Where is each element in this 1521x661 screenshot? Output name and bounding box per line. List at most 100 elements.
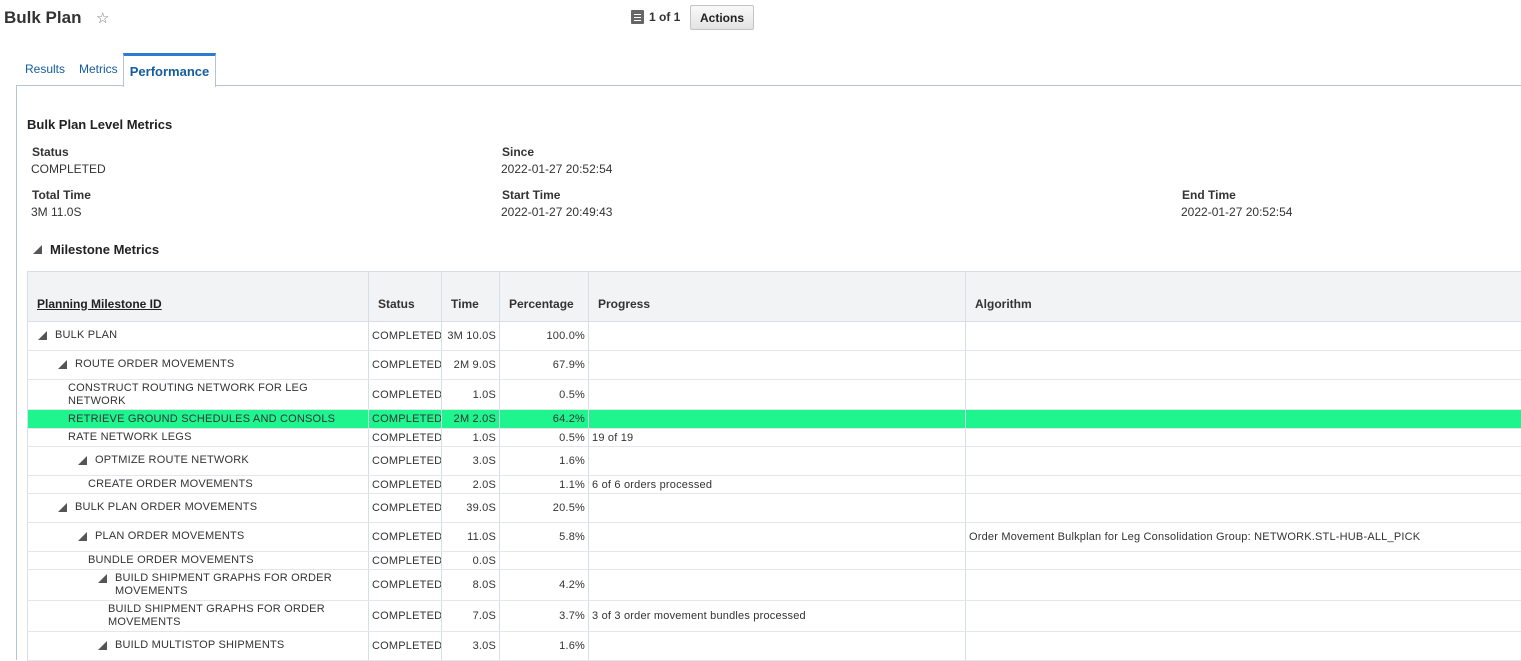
table-row[interactable]: BUNDLE ORDER MOVEMENTS COMPLETED0.0S	[28, 552, 1521, 570]
expand-triangle-icon[interactable]	[78, 456, 87, 465]
table-row[interactable]: BULK PLAN ORDER MOVEMENTSCOMPLETED39.0S2…	[28, 494, 1521, 523]
status-cell: COMPLETED	[369, 570, 442, 601]
table-row[interactable]: RETRIEVE GROUND SCHEDULES AND CONSOLSCOM…	[28, 410, 1521, 429]
status-cell: COMPLETED	[369, 523, 442, 552]
table-row[interactable]: CREATE ORDER MOVEMENTS COMPLETED2.0S1.1%6…	[28, 476, 1521, 494]
since-label: Since	[502, 145, 534, 159]
table-row[interactable]: BUILD SHIPMENT GRAPHS FOR ORDER MOVEMENT…	[28, 570, 1521, 601]
percentage-cell: 4.2%	[500, 570, 589, 601]
milestone-id-label: RETRIEVE GROUND SCHEDULES AND CONSOLS	[68, 413, 335, 426]
algorithm-cell	[966, 410, 1521, 429]
pager: 1 of 1	[631, 10, 680, 24]
table-row[interactable]: BUILD MULTISTOP SHIPMENTSCOMPLETED3.0S1.…	[28, 632, 1521, 661]
expand-triangle-icon[interactable]	[98, 574, 107, 583]
start-time-label: Start Time	[502, 188, 560, 202]
milestone-id-label: CREATE ORDER MOVEMENTS	[88, 478, 253, 491]
collapse-triangle-icon[interactable]	[33, 245, 42, 254]
milestone-id-cell: CONSTRUCT ROUTING NETWORK FOR LEG NETWOR…	[28, 380, 369, 410]
algorithm-cell	[966, 476, 1521, 494]
milestone-id-label: BUILD SHIPMENT GRAPHS FOR ORDER MOVEMENT…	[115, 572, 365, 598]
expand-triangle-icon[interactable]	[98, 641, 107, 650]
column-header-milestone-id[interactable]: Planning Milestone ID	[28, 272, 369, 322]
progress-cell	[589, 632, 966, 661]
progress-cell: 3 of 3 order movement bundles processed	[589, 601, 966, 632]
percentage-cell: 67.9%	[500, 351, 589, 380]
milestone-id-label: CONSTRUCT ROUTING NETWORK FOR LEG NETWOR…	[68, 382, 365, 408]
progress-cell	[589, 410, 966, 429]
pager-text: 1 of 1	[649, 10, 680, 24]
time-cell: 39.0S	[442, 494, 500, 523]
table-row[interactable]: CONSTRUCT ROUTING NETWORK FOR LEG NETWOR…	[28, 380, 1521, 410]
progress-cell	[589, 523, 966, 552]
expand-triangle-icon[interactable]	[58, 360, 67, 369]
column-header-algorithm: Algorithm	[966, 272, 1521, 322]
start-time-value: 2022-01-27 20:49:43	[501, 205, 612, 219]
percentage-cell: 64.2%	[500, 410, 589, 429]
progress-cell: 6 of 6 orders processed	[589, 476, 966, 494]
status-value: COMPLETED	[31, 162, 106, 176]
milestone-id-label: BUILD MULTISTOP SHIPMENTS	[115, 639, 284, 652]
tab-metrics[interactable]: Metrics	[79, 62, 118, 76]
actions-button[interactable]: Actions	[690, 5, 754, 30]
expand-triangle-icon[interactable]	[78, 532, 87, 541]
percentage-cell: 3.7%	[500, 601, 589, 632]
milestone-id-cell: RETRIEVE GROUND SCHEDULES AND CONSOLS	[28, 410, 369, 429]
status-cell: COMPLETED	[369, 351, 442, 380]
percentage-cell: 1.1%	[500, 476, 589, 494]
milestone-id-label: BUILD SHIPMENT GRAPHS FOR ORDER MOVEMENT…	[108, 603, 365, 629]
progress-cell	[589, 447, 966, 476]
milestone-id-cell: CREATE ORDER MOVEMENTS	[28, 476, 369, 494]
status-cell: COMPLETED	[369, 429, 442, 447]
tab-results[interactable]: Results	[25, 62, 65, 76]
document-list-icon	[631, 10, 644, 24]
since-value: 2022-01-27 20:52:54	[501, 162, 612, 176]
milestone-id-cell: RATE NETWORK LEGS	[28, 429, 369, 447]
end-time-value: 2022-01-27 20:52:54	[1181, 205, 1292, 219]
time-cell: 0.0S	[442, 552, 500, 570]
column-header-status: Status	[369, 272, 442, 322]
algorithm-cell	[966, 601, 1521, 632]
table-row[interactable]: BUILD SHIPMENT GRAPHS FOR ORDER MOVEMENT…	[28, 601, 1521, 632]
table-row[interactable]: ROUTE ORDER MOVEMENTSCOMPLETED2M 9.0S67.…	[28, 351, 1521, 380]
tab-performance[interactable]: Performance	[123, 53, 216, 87]
table-row[interactable]: BULK PLANCOMPLETED3M 10.0S100.0%	[28, 322, 1521, 351]
algorithm-cell	[966, 632, 1521, 661]
algorithm-cell	[966, 447, 1521, 476]
progress-cell	[589, 322, 966, 351]
time-cell: 3M 10.0S	[442, 322, 500, 351]
milestone-id-label: BUNDLE ORDER MOVEMENTS	[88, 554, 254, 567]
table-header-row: Planning Milestone ID Status Time Percen…	[28, 272, 1521, 322]
percentage-cell: 100.0%	[500, 322, 589, 351]
algorithm-cell: Order Movement Bulkplan for Leg Consolid…	[966, 523, 1521, 552]
time-cell: 2M 2.0S	[442, 410, 500, 429]
percentage-cell: 1.6%	[500, 447, 589, 476]
milestone-id-cell: OPTMIZE ROUTE NETWORK	[28, 447, 369, 476]
milestone-id-cell: PLAN ORDER MOVEMENTS	[28, 523, 369, 552]
expand-triangle-icon[interactable]	[38, 331, 47, 340]
milestone-id-label: RATE NETWORK LEGS	[68, 431, 192, 444]
percentage-cell: 1.6%	[500, 632, 589, 661]
table-row[interactable]: OPTMIZE ROUTE NETWORKCOMPLETED3.0S1.6%	[28, 447, 1521, 476]
status-cell: COMPLETED	[369, 494, 442, 523]
favorite-star-icon[interactable]: ☆	[96, 9, 109, 27]
milestone-id-label: BULK PLAN	[55, 329, 117, 342]
algorithm-cell	[966, 552, 1521, 570]
status-cell: COMPLETED	[369, 380, 442, 410]
progress-cell	[589, 380, 966, 410]
table-row[interactable]: RATE NETWORK LEGSCOMPLETED1.0S0.5%19 of …	[28, 429, 1521, 447]
milestone-table-body: BULK PLANCOMPLETED3M 10.0S100.0%ROUTE OR…	[28, 322, 1521, 661]
milestone-metrics-title: Milestone Metrics	[50, 242, 159, 257]
algorithm-cell	[966, 351, 1521, 380]
time-cell: 2.0S	[442, 476, 500, 494]
status-cell: COMPLETED	[369, 601, 442, 632]
expand-triangle-icon[interactable]	[58, 503, 67, 512]
status-cell: COMPLETED	[369, 476, 442, 494]
time-cell: 7.0S	[442, 601, 500, 632]
progress-cell: 19 of 19	[589, 429, 966, 447]
milestone-metrics-header[interactable]: Milestone Metrics	[33, 242, 159, 257]
table-row[interactable]: PLAN ORDER MOVEMENTSCOMPLETED11.0S5.8%Or…	[28, 523, 1521, 552]
status-cell: COMPLETED	[369, 552, 442, 570]
milestone-id-label: OPTMIZE ROUTE NETWORK	[95, 454, 249, 467]
column-header-time: Time	[442, 272, 500, 322]
column-header-progress: Progress	[589, 272, 966, 322]
